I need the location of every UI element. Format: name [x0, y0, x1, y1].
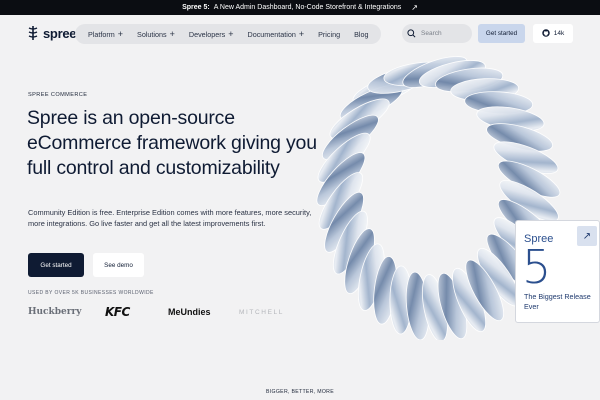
nav-label: Solutions	[137, 29, 167, 39]
hero-eyebrow: SPREE COMMERCE	[28, 92, 88, 98]
nav-item-platform[interactable]: Platform +	[81, 28, 130, 39]
spree-logo-icon	[27, 25, 39, 41]
section-tagline: BIGGER, BETTER, MORE	[266, 389, 334, 395]
arrow-up-right-icon[interactable]: ↗	[577, 226, 597, 246]
plus-icon: +	[228, 28, 234, 39]
see-demo-button[interactable]: See demo	[93, 253, 144, 277]
nav-item-pricing[interactable]: Pricing	[311, 30, 347, 39]
plus-icon: +	[117, 28, 124, 39]
nav-item-developers[interactable]: Developers +	[182, 28, 241, 39]
mitchell-logo: MITCHELL	[239, 309, 284, 316]
nav-item-solutions[interactable]: Solutions +	[130, 28, 182, 39]
huckberry-logo: Huckberry	[28, 307, 82, 317]
hero-headline: Spree is an open-source eCommerce framew…	[27, 107, 317, 179]
nav-item-documentation[interactable]: Documentation +	[241, 28, 312, 39]
github-icon	[542, 28, 550, 39]
nav-label: Documentation	[247, 29, 296, 39]
nav-label: Blog	[354, 29, 369, 39]
used-by-label: USED BY OVER 5K BUSINESSES WORLDWIDE	[28, 290, 154, 296]
nav-label: Platform	[88, 29, 115, 39]
kfc-logo: KFC	[105, 305, 130, 319]
nav-item-blog[interactable]: Blog	[347, 30, 375, 39]
card-number: 5	[522, 240, 552, 294]
plus-icon: +	[298, 28, 305, 39]
announcement-bold: Spree 5:	[182, 4, 210, 11]
announcement-text: A New Admin Dashboard, No-Code Storefron…	[213, 4, 402, 11]
spree-5-promo-card[interactable]: ↗ Spree 5 The Biggest Release Ever	[515, 220, 600, 323]
card-subtitle: The Biggest Release Ever	[524, 292, 591, 311]
arrow-up-right-icon: ↗	[411, 3, 418, 12]
nav-label: Pricing	[318, 29, 341, 39]
plus-icon: +	[169, 28, 175, 39]
get-started-button[interactable]: Get started	[28, 253, 84, 277]
logo-text: spree	[43, 25, 77, 41]
hero-subtext: Community Edition is free. Enterprise Ed…	[28, 208, 312, 228]
announcement-bar[interactable]: Spree 5: A New Admin Dashboard, No-Code …	[0, 0, 600, 15]
logo[interactable]: spree	[27, 25, 77, 41]
nav-label: Developers	[188, 29, 226, 39]
search-input[interactable]	[421, 30, 465, 37]
github-stars: 14k	[553, 30, 565, 37]
meundies-logo: MeUndies	[168, 307, 211, 317]
